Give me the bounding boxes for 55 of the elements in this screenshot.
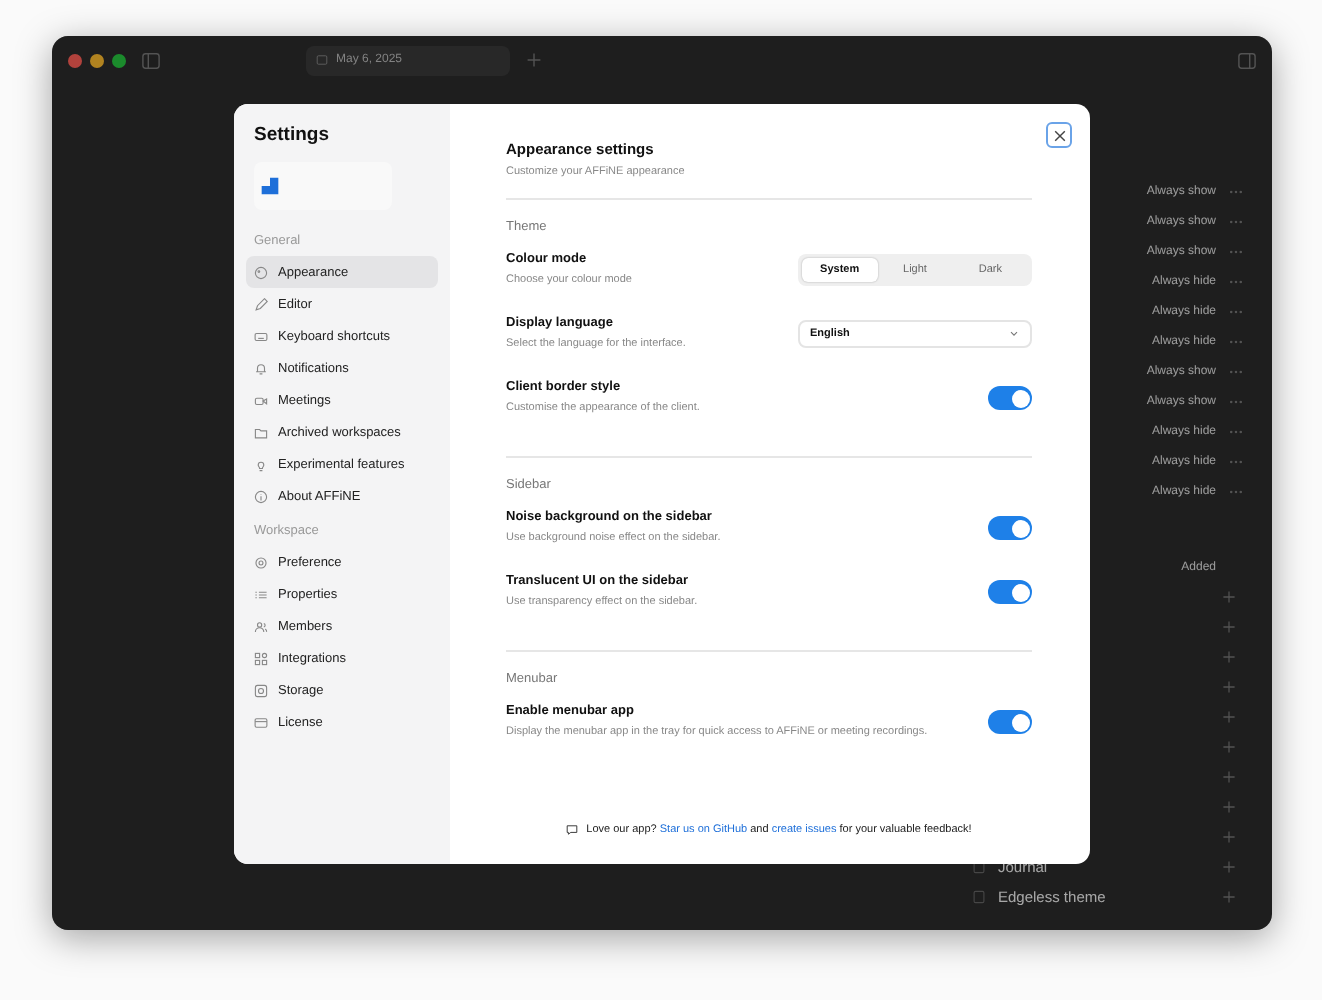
close-window-icon[interactable]: [68, 53, 82, 67]
more-icon[interactable]: [1228, 397, 1244, 405]
add-icon[interactable]: [1222, 710, 1236, 724]
add-icon[interactable]: [1222, 830, 1236, 844]
more-icon[interactable]: [1228, 427, 1244, 435]
dialog-title: Settings: [252, 124, 331, 146]
sidebar-toggle-icon[interactable]: [142, 51, 160, 69]
add-icon[interactable]: [1222, 590, 1236, 604]
calendar-icon: [316, 54, 328, 66]
grid-icon: [254, 651, 268, 665]
add-icon[interactable]: [1222, 860, 1236, 874]
disk-icon: [254, 683, 268, 697]
more-icon[interactable]: [1228, 457, 1244, 465]
add-icon[interactable]: [1222, 620, 1236, 634]
folder-icon: [254, 425, 268, 439]
add-icon[interactable]: [1222, 680, 1236, 694]
minimize-window-icon[interactable]: [90, 53, 104, 67]
bulb-icon: [254, 457, 268, 471]
more-icon[interactable]: [1228, 487, 1244, 495]
document-icon: [972, 890, 986, 904]
toggle-switch[interactable]: [988, 710, 1032, 735]
info-icon: [254, 489, 268, 503]
more-icon[interactable]: [1228, 337, 1244, 345]
bell-icon: [254, 361, 268, 375]
toggle-switch[interactable]: [988, 386, 1032, 411]
more-icon[interactable]: [1228, 217, 1244, 225]
toggle-switch[interactable]: [988, 516, 1032, 541]
workspace-card[interactable]: [254, 162, 392, 210]
video-icon: [254, 393, 268, 407]
add-icon[interactable]: [1222, 650, 1236, 664]
add-icon[interactable]: [1222, 740, 1236, 754]
card-icon: [254, 715, 268, 729]
people-icon: [254, 619, 268, 633]
close-button[interactable]: [1046, 122, 1072, 148]
toggle-switch[interactable]: [988, 580, 1032, 605]
workspace-logo-icon: [260, 176, 280, 196]
new-tab-icon[interactable]: [526, 52, 542, 68]
chevron-down-icon: [1008, 328, 1020, 341]
more-icon[interactable]: [1228, 277, 1244, 285]
add-icon[interactable]: [1222, 770, 1236, 784]
keyboard-icon: [254, 329, 268, 343]
chat-icon: [566, 824, 579, 836]
maximize-window-icon[interactable]: [112, 53, 126, 67]
gear-icon: [254, 555, 268, 569]
panel-toggle-icon[interactable]: [1238, 51, 1256, 69]
more-icon[interactable]: [1228, 187, 1244, 195]
more-icon[interactable]: [1228, 247, 1244, 255]
close-icon: [1051, 127, 1067, 143]
more-icon[interactable]: [1228, 307, 1244, 315]
add-icon[interactable]: [1222, 890, 1236, 904]
more-icon[interactable]: [1228, 367, 1244, 375]
pencil-icon: [254, 297, 268, 311]
add-icon[interactable]: [1222, 800, 1236, 814]
list-icon: [254, 587, 268, 601]
palette-icon: [254, 265, 268, 279]
